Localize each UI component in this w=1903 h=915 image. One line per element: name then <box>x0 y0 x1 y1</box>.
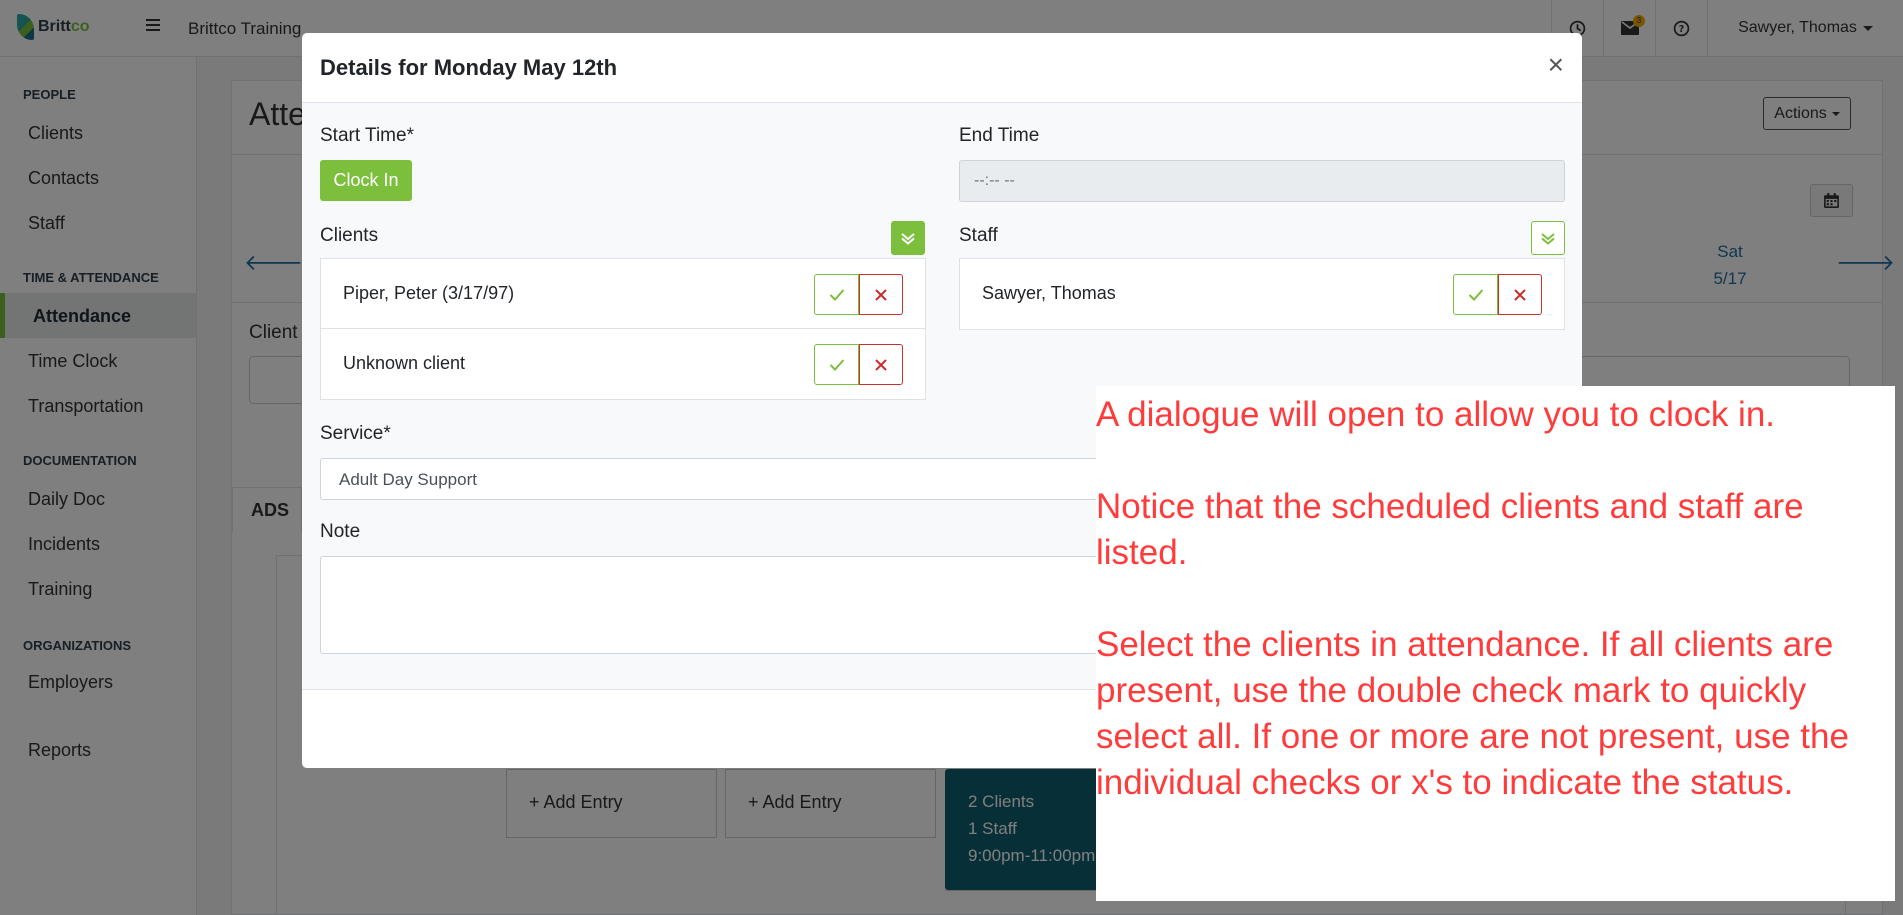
annotation-paragraph: Notice that the scheduled clients and st… <box>1096 487 1804 572</box>
close-icon[interactable]: × <box>1548 49 1564 81</box>
check-icon <box>1468 288 1483 301</box>
x-icon <box>875 358 887 371</box>
check-icon <box>829 288 844 301</box>
list-item: Unknown client <box>321 329 925 399</box>
modal-header: Details for Monday May 12th × <box>302 33 1582 103</box>
note-label: Note <box>320 521 361 542</box>
client-name: Unknown client <box>343 353 466 373</box>
clock-in-button[interactable]: Clock In <box>320 160 412 201</box>
mark-absent-button[interactable] <box>859 344 903 385</box>
annotation-paragraph: A dialogue will open to allow you to clo… <box>1096 395 1776 434</box>
x-icon <box>1514 288 1526 301</box>
service-select[interactable]: Adult Day Support <box>320 458 1120 500</box>
start-time-label: Start Time* <box>320 125 414 146</box>
end-time-input <box>959 160 1565 202</box>
staff-label: Staff <box>959 225 998 246</box>
instruction-annotation: A dialogue will open to allow you to clo… <box>1096 386 1895 901</box>
clients-label: Clients <box>320 225 379 246</box>
clients-list: Piper, Peter (3/17/97) Unknown client <box>320 258 926 400</box>
select-all-clients-button[interactable] <box>891 221 925 255</box>
mark-absent-button[interactable] <box>859 274 903 315</box>
note-textarea[interactable] <box>320 556 1120 654</box>
mark-present-button[interactable] <box>814 274 859 315</box>
check-icon <box>829 358 844 371</box>
annotation-paragraph: Select the clients in attendance. If all… <box>1096 625 1849 802</box>
list-item: Sawyer, Thomas <box>960 259 1564 329</box>
mark-absent-button[interactable] <box>1498 274 1542 315</box>
staff-name: Sawyer, Thomas <box>982 283 1116 303</box>
client-name: Piper, Peter (3/17/97) <box>343 283 515 303</box>
mark-present-button[interactable] <box>814 344 859 385</box>
select-all-staff-button[interactable] <box>1531 221 1565 255</box>
end-time-label: End Time <box>959 125 1040 146</box>
x-icon <box>875 288 887 301</box>
list-item: Piper, Peter (3/17/97) <box>321 259 925 329</box>
staff-list: Sawyer, Thomas <box>959 258 1565 330</box>
modal-title: Details for Monday May 12th <box>320 55 618 80</box>
attendance-toggle <box>814 344 903 385</box>
double-check-icon <box>1541 233 1555 245</box>
double-check-icon <box>901 233 915 245</box>
attendance-toggle <box>814 274 903 315</box>
service-label: Service* <box>320 423 391 444</box>
mark-present-button[interactable] <box>1453 274 1498 315</box>
attendance-toggle <box>1453 274 1542 315</box>
